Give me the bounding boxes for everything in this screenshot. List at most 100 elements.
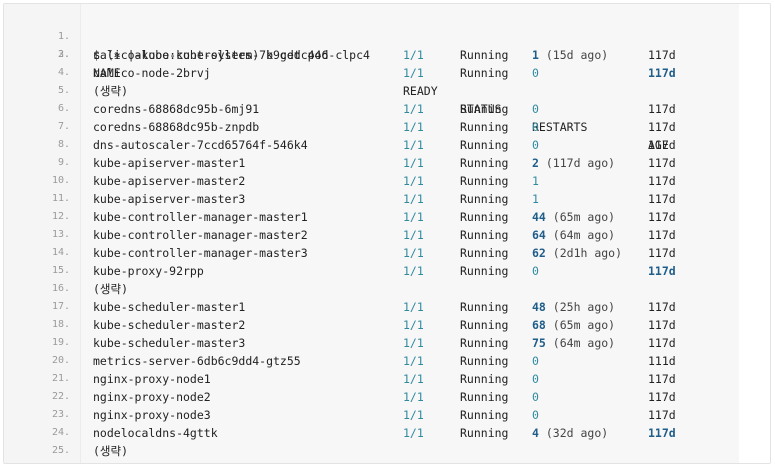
pod-restarts-cell: 0 xyxy=(532,370,539,388)
pod-row: 12. kube-controller-manager-master1 1/1 Run… xyxy=(52,208,739,226)
code-line-omitted: 25. (생략) xyxy=(52,442,739,460)
pod-row: 15. kube-proxy-92rpp 1/1 Running 0 117d xyxy=(52,262,739,280)
pod-restarts-cell: 0 xyxy=(532,406,539,424)
pod-restarts-cell: 44 (65m ago) xyxy=(532,208,615,226)
pod-row: 13. kube-controller-manager-master2 1/1 Run… xyxy=(52,226,739,244)
pod-status: Running xyxy=(460,210,509,224)
pod-name: kube-controller-manager-master2 xyxy=(93,228,308,242)
pod-age: 117d xyxy=(648,318,676,332)
pod-restart-ago: (117d ago) xyxy=(545,156,616,170)
pod-status: Running xyxy=(460,300,509,314)
pod-name: kube-apiserver-master3 xyxy=(93,192,246,206)
pod-status: Running xyxy=(460,246,509,260)
pod-age: 117d xyxy=(648,228,676,242)
pod-restarts: 2 xyxy=(532,156,539,170)
pod-status: Running xyxy=(460,372,509,386)
pod-restarts: 0 xyxy=(532,408,539,422)
code-area: 1. $ (⎈ |alooo:kube-system) k get pod 2.… xyxy=(52,4,739,463)
line-number: 19. xyxy=(51,337,70,348)
pod-ready: 1/1 xyxy=(403,426,424,440)
pod-ready: 1/1 xyxy=(403,156,424,170)
pod-name: kube-scheduler-master2 xyxy=(93,318,246,332)
pod-restarts: 1 xyxy=(532,192,539,206)
pod-restart-ago: (64m ago) xyxy=(552,228,616,242)
pod-name: coredns-68868dc95b-6mj91 xyxy=(93,102,260,116)
code-line-command: 1. $ (⎈ |alooo:kube-system) k get pod xyxy=(58,10,739,62)
pod-row: 9. kube-apiserver-master1 1/1 Running 2 (117… xyxy=(58,154,739,172)
pod-row: 3. calico-kube-controllers-7b9cddc446-clp… xyxy=(58,46,739,64)
pod-status: Running xyxy=(460,228,509,242)
pod-age: 117d xyxy=(648,192,676,206)
line-number: 11. xyxy=(51,193,70,204)
line-number: 9. xyxy=(57,157,70,168)
pod-age: 117d xyxy=(648,426,676,440)
pod-ready: 1/1 xyxy=(403,138,424,152)
pod-row: 14. kube-controller-manager-master3 1/1 Run… xyxy=(52,244,739,262)
pod-name: nodelocaldns-4gttk xyxy=(93,426,218,440)
pod-row: 4. calico-node-2brvj 1/1 Running 0 117d xyxy=(58,64,739,82)
line-number: 5. xyxy=(57,85,70,96)
pod-age: 117d xyxy=(648,300,676,314)
pod-ready: 1/1 xyxy=(403,48,424,62)
pod-restarts-cell: 0 xyxy=(532,388,539,406)
pod-restarts-cell: 75 (64m ago) xyxy=(532,334,615,352)
pod-ready: 1/1 xyxy=(403,336,424,350)
line-number: 3. xyxy=(57,49,70,60)
pod-row: 24. nodelocaldns-4gttk 1/1 Running 4 (32d ag… xyxy=(52,424,739,442)
omitted-marker: (생략) xyxy=(93,282,129,296)
pod-row: 7. coredns-68868dc95b-znpdb 1/1 Running 0 117… xyxy=(58,118,739,136)
pod-status: Running xyxy=(460,174,509,188)
pod-row: 11. kube-apiserver-master3 1/1 Running 1 117d xyxy=(52,190,739,208)
pod-restart-ago: (15d ago) xyxy=(545,48,609,62)
line-number: 23. xyxy=(51,409,70,420)
pod-restarts: 0 xyxy=(532,66,539,80)
pod-restart-ago: (65m ago) xyxy=(552,210,616,224)
line-number: 8. xyxy=(57,139,70,150)
pod-name: kube-apiserver-master2 xyxy=(93,174,246,188)
pod-row: 20. metrics-server-6db6c9dd4-gtz55 1/1 Runn… xyxy=(52,352,739,370)
pod-restarts-cell: 1 (15d ago) xyxy=(532,46,608,64)
line-number: 18. xyxy=(51,319,70,330)
pod-restart-ago: (32d ago) xyxy=(545,426,609,440)
line-number: 17. xyxy=(51,301,70,312)
pod-status: Running xyxy=(460,390,509,404)
pod-restarts-cell: 0 xyxy=(532,262,539,280)
line-number: 7. xyxy=(57,121,70,132)
pod-restarts-cell: 64 (64m ago) xyxy=(532,226,615,244)
pod-ready: 1/1 xyxy=(403,300,424,314)
pod-restarts: 62 xyxy=(532,246,546,260)
pod-ready: 1/1 xyxy=(403,390,424,404)
pod-row: 8. dns-autoscaler-7ccd65764f-546k4 1/1 Runn… xyxy=(58,136,739,154)
pod-restarts-cell: 1 xyxy=(532,190,539,208)
pod-row: 19. kube-scheduler-master3 1/1 Running 75 (6… xyxy=(52,334,739,352)
pod-restarts: 0 xyxy=(532,372,539,386)
pod-status: Running xyxy=(460,102,509,116)
pod-row: 21. nginx-proxy-node1 1/1 Running 0 117d xyxy=(52,370,739,388)
pod-restarts: 1 xyxy=(532,174,539,188)
pod-row: 17. kube-scheduler-master1 1/1 Running 48 (2… xyxy=(52,298,739,316)
pod-age: 117d xyxy=(648,336,676,350)
pod-age: 117d xyxy=(648,246,676,260)
pod-name: dns-autoscaler-7ccd65764f-546k4 xyxy=(93,138,308,152)
code-line-omitted: 5. (생략) xyxy=(58,82,739,100)
pod-age: 117d xyxy=(648,390,676,404)
pod-name: kube-controller-manager-master1 xyxy=(93,210,308,224)
pod-age: 117d xyxy=(648,120,676,134)
pod-age: 117d xyxy=(648,264,676,278)
code-block: 1. $ (⎈ |alooo:kube-system) k get pod 2.… xyxy=(3,3,771,464)
pod-restarts-cell: 2 (117d ago) xyxy=(532,154,615,172)
pod-name: metrics-server-6db6c9dd4-gtz55 xyxy=(93,354,301,368)
pod-age: 117d xyxy=(648,66,676,80)
pod-restarts-cell: 0 xyxy=(532,64,539,82)
pod-status: Running xyxy=(460,426,509,440)
pod-status: Running xyxy=(460,66,509,80)
line-number: 12. xyxy=(51,211,70,222)
pod-ready: 1/1 xyxy=(403,318,424,332)
pod-restarts: 0 xyxy=(532,102,539,116)
omitted-marker: (생략) xyxy=(93,84,129,98)
line-number: 16. xyxy=(51,283,70,294)
line-number: 25. xyxy=(51,445,70,456)
pod-restarts-cell: 48 (25h ago) xyxy=(532,298,615,316)
pod-name: kube-controller-manager-master3 xyxy=(93,246,308,260)
pod-row: 22. nginx-proxy-node2 1/1 Running 0 117d xyxy=(52,388,739,406)
